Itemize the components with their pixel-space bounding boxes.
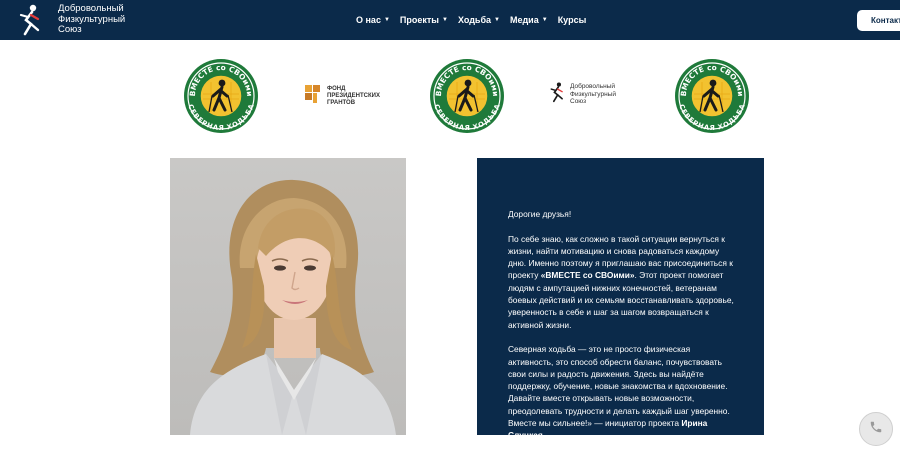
- call-button[interactable]: [859, 412, 893, 446]
- message-paragraph: По себе знаю, как сложно в такой ситуаци…: [508, 233, 734, 331]
- dfs-logo: Добровольный Физкультурный Союз: [548, 80, 616, 109]
- contacts-button[interactable]: Контакт: [857, 10, 900, 31]
- fpg-logo-text: ФОНД ПРЕЗИДЕНТСКИХ ГРАНТОВ: [327, 86, 380, 107]
- initiator-photo: [170, 158, 406, 435]
- chevron-down-icon: ▼: [541, 17, 548, 23]
- nav-item-about[interactable]: О нас ▼: [356, 15, 390, 25]
- greeting-text: Дорогие друзья!: [508, 209, 572, 219]
- message-text-part: Вместе мы сильнее!» — инициатор проекта: [508, 418, 682, 429]
- message-paragraph: Давайте вместе открывать новые возможнос…: [508, 393, 730, 416]
- nav-item-media[interactable]: Медиа ▼: [510, 15, 548, 25]
- dfs-line: Физкультурный: [570, 90, 616, 98]
- site-logo-text[interactable]: Добровольный Физкультурный Союз: [58, 3, 125, 36]
- phone-icon: [869, 420, 883, 439]
- main-nav: О нас ▼ Проекты ▼ Ходьба ▼ Медиа ▼ Курсы: [356, 0, 586, 40]
- chevron-down-icon: ▼: [383, 17, 390, 23]
- fpg-mark-icon: [303, 83, 323, 110]
- logo-line: Добровольный: [58, 3, 124, 14]
- runner-logo-icon: [548, 80, 566, 109]
- logo-line: Союз: [58, 24, 82, 35]
- nav-label: Проекты: [399, 15, 439, 25]
- fpg-logo: ФОНД ПРЕЗИДЕНТСКИХ ГРАНТОВ: [303, 83, 380, 110]
- site-header: Добровольный Физкультурный Союз О нас ▼ …: [0, 0, 900, 40]
- nav-item-walking[interactable]: Ходьба ▼: [458, 15, 500, 25]
- dfs-line: Добровольный: [570, 83, 615, 91]
- fpg-line: ПРЕЗИДЕНТСКИХ: [327, 93, 380, 99]
- fpg-line: ГРАНТОВ: [327, 100, 356, 106]
- nav-label: Курсы: [557, 15, 587, 25]
- message-text: Дорогие друзья! По себе знаю, как сложно…: [508, 208, 734, 454]
- vmeste-badge-logo: ВМЕСТЕ со СВОими СЕВЕРНАЯ ХОДЬБА: [674, 58, 750, 134]
- project-name: «ВМЕСТЕ со СВОими»: [540, 270, 635, 281]
- initiator-message-panel: Дорогие друзья! По себе знаю, как сложно…: [477, 158, 764, 440]
- nav-label: О нас: [356, 15, 381, 25]
- nav-item-courses[interactable]: Курсы: [558, 15, 587, 25]
- runner-logo-icon[interactable]: [16, 3, 44, 36]
- partner-logos-strip: ВМЕСТЕ со СВОими СЕВЕРНАЯ ХОДЬБА ФОНД ПР…: [0, 56, 900, 136]
- nav-label: Медиа: [509, 15, 539, 25]
- nav-item-projects[interactable]: Проекты ▼: [400, 15, 448, 25]
- vmeste-badge-logo: ВМЕСТЕ со СВОими СЕВЕРНАЯ ХОДЬБА: [429, 58, 505, 134]
- chevron-down-icon: ▼: [494, 17, 500, 23]
- nav-label: Ходьба: [457, 15, 492, 25]
- message-paragraph: Вместе мы сильнее!» — инициатор проекта …: [508, 417, 734, 442]
- dfs-logo-text: Добровольный Физкультурный Союз: [570, 83, 616, 106]
- message-paragraph: Северная ходьба — это не просто физическ…: [508, 344, 728, 392]
- vmeste-badge-logo: ВМЕСТЕ со СВОими СЕВЕРНАЯ ХОДЬБА: [183, 58, 259, 134]
- chevron-down-icon: ▼: [441, 17, 448, 23]
- fpg-line: ФОНД: [327, 86, 346, 92]
- dfs-line: Союз: [570, 98, 587, 106]
